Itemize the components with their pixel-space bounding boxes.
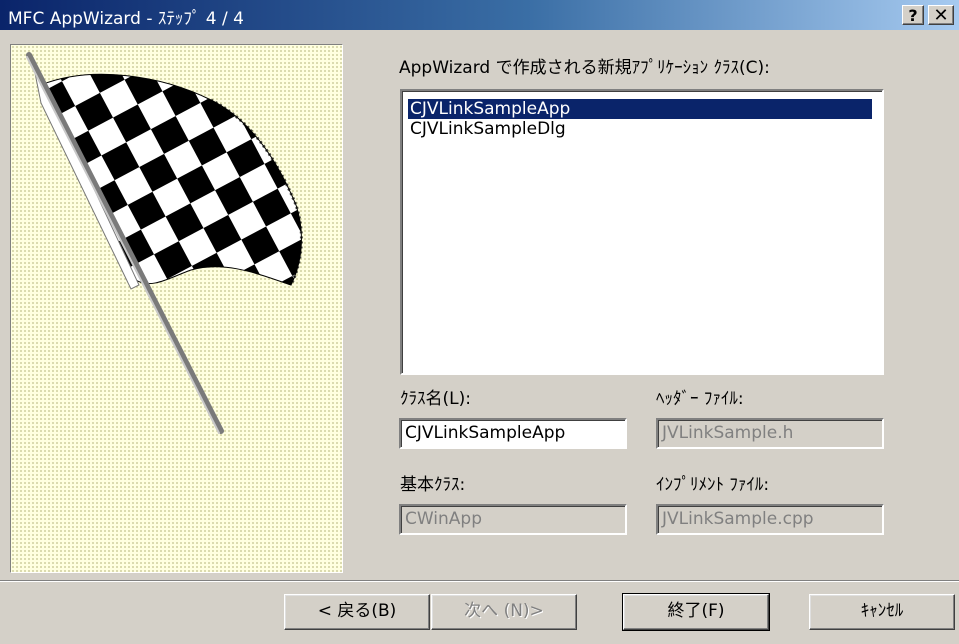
- close-button[interactable]: ✕: [928, 5, 954, 26]
- class-name-label: ｸﾗｽ名(L):: [400, 389, 471, 409]
- title-bar[interactable]: MFC AppWizard - ｽﾃｯﾌﾟ 4 / 4 ? ✕: [0, 0, 959, 30]
- base-class-field: CWinApp: [399, 504, 627, 535]
- class-name-field[interactable]: CJVLinkSampleApp: [399, 418, 627, 449]
- next-button: 次へ (N)>: [431, 594, 577, 630]
- impl-file-label: ｲﾝﾌﾟﾘﾒﾝﾄ ﾌｧｲﾙ:: [656, 475, 770, 495]
- window-title: MFC AppWizard - ｽﾃｯﾌﾟ 4 / 4: [8, 9, 244, 29]
- finish-button[interactable]: 終了(F): [622, 593, 770, 631]
- list-item[interactable]: CJVLinkSampleDlg: [408, 119, 568, 139]
- header-file-field: JVLinkSample.h: [656, 418, 884, 449]
- cancel-button[interactable]: ｷｬﾝｾﾙ: [809, 594, 955, 630]
- classes-listbox[interactable]: CJVLinkSampleApp CJVLinkSampleDlg: [400, 89, 884, 375]
- wizard-image-panel: [10, 44, 343, 573]
- help-button[interactable]: ?: [902, 5, 924, 25]
- button-separator: [0, 580, 959, 582]
- classes-label: AppWizard で作成される新規ｱﾌﾟﾘｹｰｼｮﾝ ｸﾗｽ(C):: [399, 58, 770, 78]
- impl-file-field: JVLinkSample.cpp: [656, 504, 884, 535]
- list-item[interactable]: CJVLinkSampleApp: [408, 99, 872, 119]
- back-button[interactable]: < 戻る(B): [284, 594, 430, 630]
- base-class-label: 基本ｸﾗｽ:: [400, 475, 466, 495]
- header-file-label: ﾍｯﾀﾞｰ ﾌｧｲﾙ:: [656, 389, 744, 409]
- checkered-flag-icon: [26, 52, 303, 434]
